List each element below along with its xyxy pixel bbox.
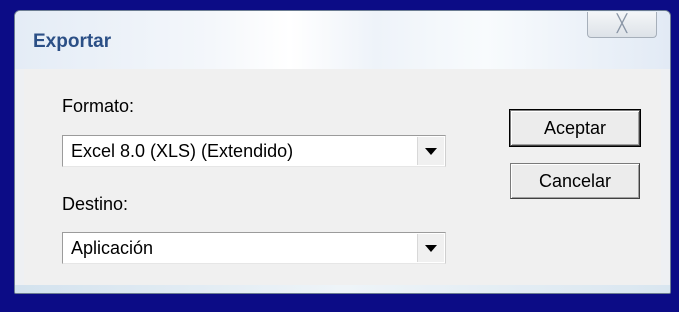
dialog-body: Formato: Excel 8.0 (XLS) (Extendido) Des… — [24, 69, 661, 285]
format-dropdown-button[interactable] — [417, 137, 444, 165]
format-dropdown-value: Excel 8.0 (XLS) (Extendido) — [71, 141, 294, 161]
destination-dropdown[interactable]: Aplicación — [62, 232, 446, 264]
format-dropdown[interactable]: Excel 8.0 (XLS) (Extendido) — [62, 135, 446, 167]
window-title: Exportar — [33, 31, 112, 52]
accept-button[interactable]: Aceptar — [509, 109, 641, 147]
cancel-button[interactable]: Cancelar — [510, 163, 640, 199]
format-label: Formato: — [62, 96, 135, 116]
destination-dropdown-value: Aplicación — [71, 238, 154, 258]
destination-dropdown-button[interactable] — [417, 234, 444, 262]
close-button[interactable]: ╳ — [587, 12, 657, 38]
destination-label: Destino: — [62, 194, 129, 214]
close-icon: ╳ — [616, 14, 628, 33]
chevron-down-icon — [425, 244, 437, 252]
window-bottom-border — [15, 285, 670, 293]
chevron-down-icon — [425, 147, 437, 155]
title-bar[interactable]: Exportar ╳ — [15, 11, 670, 69]
export-dialog: Exportar ╳ Formato: Excel 8.0 (XLS) (Ext… — [14, 10, 671, 294]
